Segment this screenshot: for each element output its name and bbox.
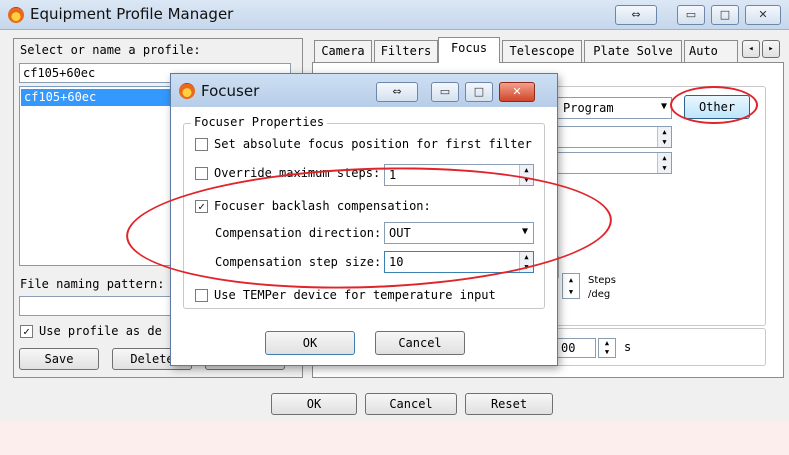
tab-focus[interactable]: Focus (438, 37, 500, 63)
restore-size-button[interactable]: ⇔ (615, 5, 657, 25)
seconds-spinner-icon[interactable]: ▲ ▼ (598, 338, 616, 358)
app-icon (8, 7, 24, 23)
focuser-minimize-button[interactable]: ▭ (431, 82, 459, 102)
focuser-properties-label: Focuser Properties (191, 115, 328, 129)
main-cancel-button[interactable]: Cancel (365, 393, 457, 415)
tab-auto-guide[interactable]: Auto Gu (684, 40, 738, 62)
focuser-ok-button[interactable]: OK (265, 331, 355, 355)
main-ok-button[interactable]: OK (271, 393, 357, 415)
direction-select[interactable]: OUT ▼ (384, 222, 534, 244)
direction-value: OUT (389, 226, 411, 240)
tab-plate-solve[interactable]: Plate Solve (584, 40, 682, 62)
profile-list-item-selected[interactable]: cf105+60ec (21, 89, 171, 106)
temper-checkbox[interactable] (195, 289, 208, 302)
seconds-input[interactable]: 00 (556, 338, 596, 358)
select-profile-label: Select or name a profile: (20, 43, 201, 57)
tab-telescope[interactable]: Telescope (502, 40, 582, 62)
seconds-unit-label: s (624, 340, 632, 354)
status-strip (0, 422, 789, 455)
override-max-steps-value: 1 (389, 168, 397, 182)
override-max-steps-label: Override maximum steps: (214, 166, 381, 180)
use-profile-checkbox[interactable]: ✓ (20, 325, 33, 338)
minimize-button[interactable]: ▭ (677, 5, 705, 25)
focuser-dialog: Focuser ⇔ ▭ □ ✕ Focuser Properties Set a… (170, 73, 558, 366)
override-max-steps-checkbox[interactable] (195, 167, 208, 180)
main-reset-button[interactable]: Reset (465, 393, 553, 415)
focuser-restore-size-button[interactable]: ⇔ (376, 82, 418, 102)
main-window-title: Equipment Profile Manager (30, 5, 234, 23)
step-size-input[interactable]: 10 ▲ ▼ (384, 251, 534, 273)
focuser-program-value: Program (563, 101, 614, 115)
focuser-close-button[interactable]: ✕ (499, 82, 535, 102)
step-size-label: Compensation step size: (215, 255, 382, 269)
chevron-down-icon: ▼ (521, 226, 528, 237)
file-naming-label: File naming pattern: (20, 277, 165, 291)
step-size-value: 10 (389, 255, 404, 269)
spinner-icon[interactable]: ▲ ▼ (563, 274, 579, 298)
abs-focus-checkbox[interactable] (195, 138, 208, 151)
steps-label: Steps (588, 275, 616, 286)
use-profile-label: Use profile as de (39, 324, 162, 338)
spinner-icon[interactable]: ▲ ▼ (657, 153, 671, 173)
direction-label: Compensation direction: (215, 226, 382, 240)
focuser-titlebar: Focuser ⇔ ▭ □ ✕ (171, 74, 557, 107)
main-window-titlebar: Equipment Profile Manager ⇔ ▭ □ ✕ (0, 0, 789, 30)
focuser-maximize-button[interactable]: □ (465, 82, 493, 102)
override-max-steps-input[interactable]: 1 ▲ ▼ (384, 164, 534, 186)
tab-scroll-left-icon[interactable]: ◂ (742, 40, 760, 58)
chevron-down-icon: ▼ (660, 101, 667, 112)
tab-camera[interactable]: Camera (314, 40, 372, 62)
backlash-checkbox[interactable]: ✓ (195, 200, 208, 213)
maximize-button[interactable]: □ (711, 5, 739, 25)
steps-per-deg-spinner[interactable]: ▲ ▼ (562, 273, 580, 299)
backlash-label: Focuser backlash compensation: (214, 199, 431, 213)
per-deg-label: /deg (588, 289, 611, 300)
focuser-title: Focuser (201, 82, 260, 100)
save-profile-button[interactable]: Save (19, 348, 99, 370)
spinner-icon[interactable]: ▲ ▼ (519, 165, 533, 185)
spinner-icon[interactable]: ▲ ▼ (657, 127, 671, 147)
abs-focus-label: Set absolute focus position for first fi… (214, 137, 532, 151)
tab-filters[interactable]: Filters (374, 40, 438, 62)
focuser-app-icon (179, 83, 195, 99)
focuser-program-select[interactable]: Program ▼ (556, 97, 672, 119)
focus-field-2[interactable]: ▲ ▼ (556, 152, 672, 174)
temper-label: Use TEMPer device for temperature input (214, 288, 496, 302)
close-button[interactable]: ✕ (745, 5, 781, 25)
focuser-cancel-button[interactable]: Cancel (375, 331, 465, 355)
other-button[interactable]: Other (684, 95, 750, 119)
focus-field-1[interactable]: ▲ ▼ (556, 126, 672, 148)
spinner-icon[interactable]: ▲ ▼ (519, 252, 533, 272)
tab-scroll-right-icon[interactable]: ▸ (762, 40, 780, 58)
